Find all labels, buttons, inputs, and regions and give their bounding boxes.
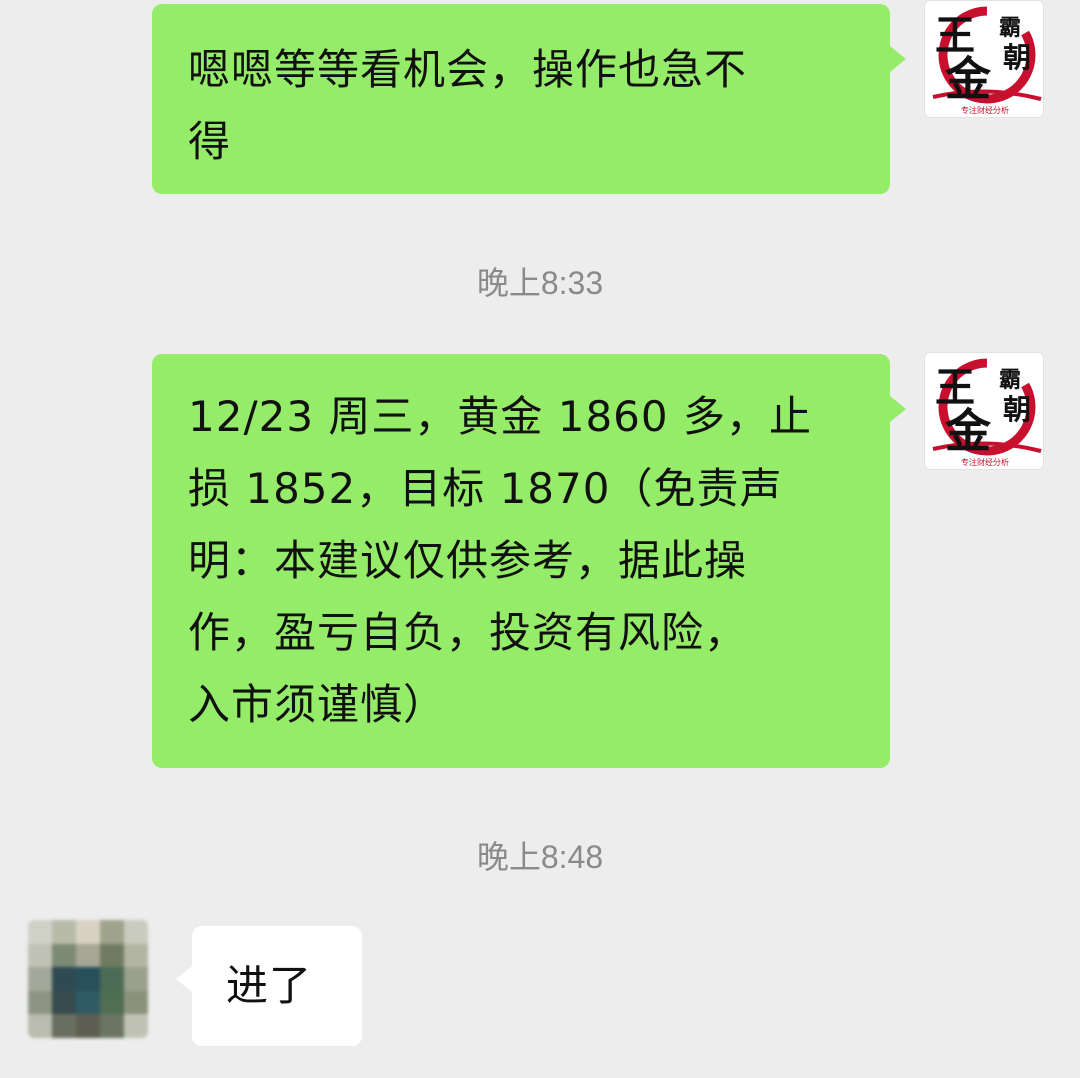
- message-text: 12/23 周三，黄金 1860 多，止 损 1852，目标 1870（免责声 …: [188, 392, 812, 729]
- message-bubble-sent[interactable]: 12/23 周三，黄金 1860 多，止 损 1852，目标 1870（免责声 …: [152, 354, 890, 768]
- logo-caption: 专注财经分析: [961, 457, 1009, 467]
- logo-char-small-2: 朝: [1003, 393, 1031, 426]
- logo-char-small-1: 霸: [999, 15, 1021, 41]
- message-bubble-sent[interactable]: 嗯嗯等等看机会，操作也急不 得: [152, 4, 890, 194]
- bubble-tail: [890, 46, 906, 72]
- logo-char-large-2: 金: [944, 404, 992, 458]
- message-bubble-received[interactable]: 进了: [192, 926, 362, 1046]
- message-text: 嗯嗯等等看机会，操作也急不 得: [188, 45, 748, 166]
- bubble-tail: [176, 966, 192, 992]
- timestamp: 晚上8:48: [476, 839, 604, 875]
- logo-char-large-2: 金: [944, 52, 992, 106]
- brand-logo-icon: 王 金 霸 朝 专注财经分析: [932, 358, 1042, 467]
- logo-char-small-1: 霸: [999, 367, 1021, 393]
- receiver-avatar[interactable]: [28, 920, 148, 1038]
- brand-logo-icon: 王 金 霸 朝 专注财经分析: [932, 6, 1042, 115]
- message-text: 进了: [226, 961, 313, 1010]
- bubble-tail: [890, 396, 906, 422]
- logo-caption: 专注财经分析: [961, 105, 1009, 115]
- sender-avatar[interactable]: 王 金 霸 朝 专注财经分析: [924, 0, 1044, 118]
- logo-char-small-2: 朝: [1003, 41, 1031, 74]
- sender-avatar[interactable]: 王 金 霸 朝 专注财经分析: [924, 352, 1044, 470]
- timestamp: 晚上8:33: [476, 265, 604, 301]
